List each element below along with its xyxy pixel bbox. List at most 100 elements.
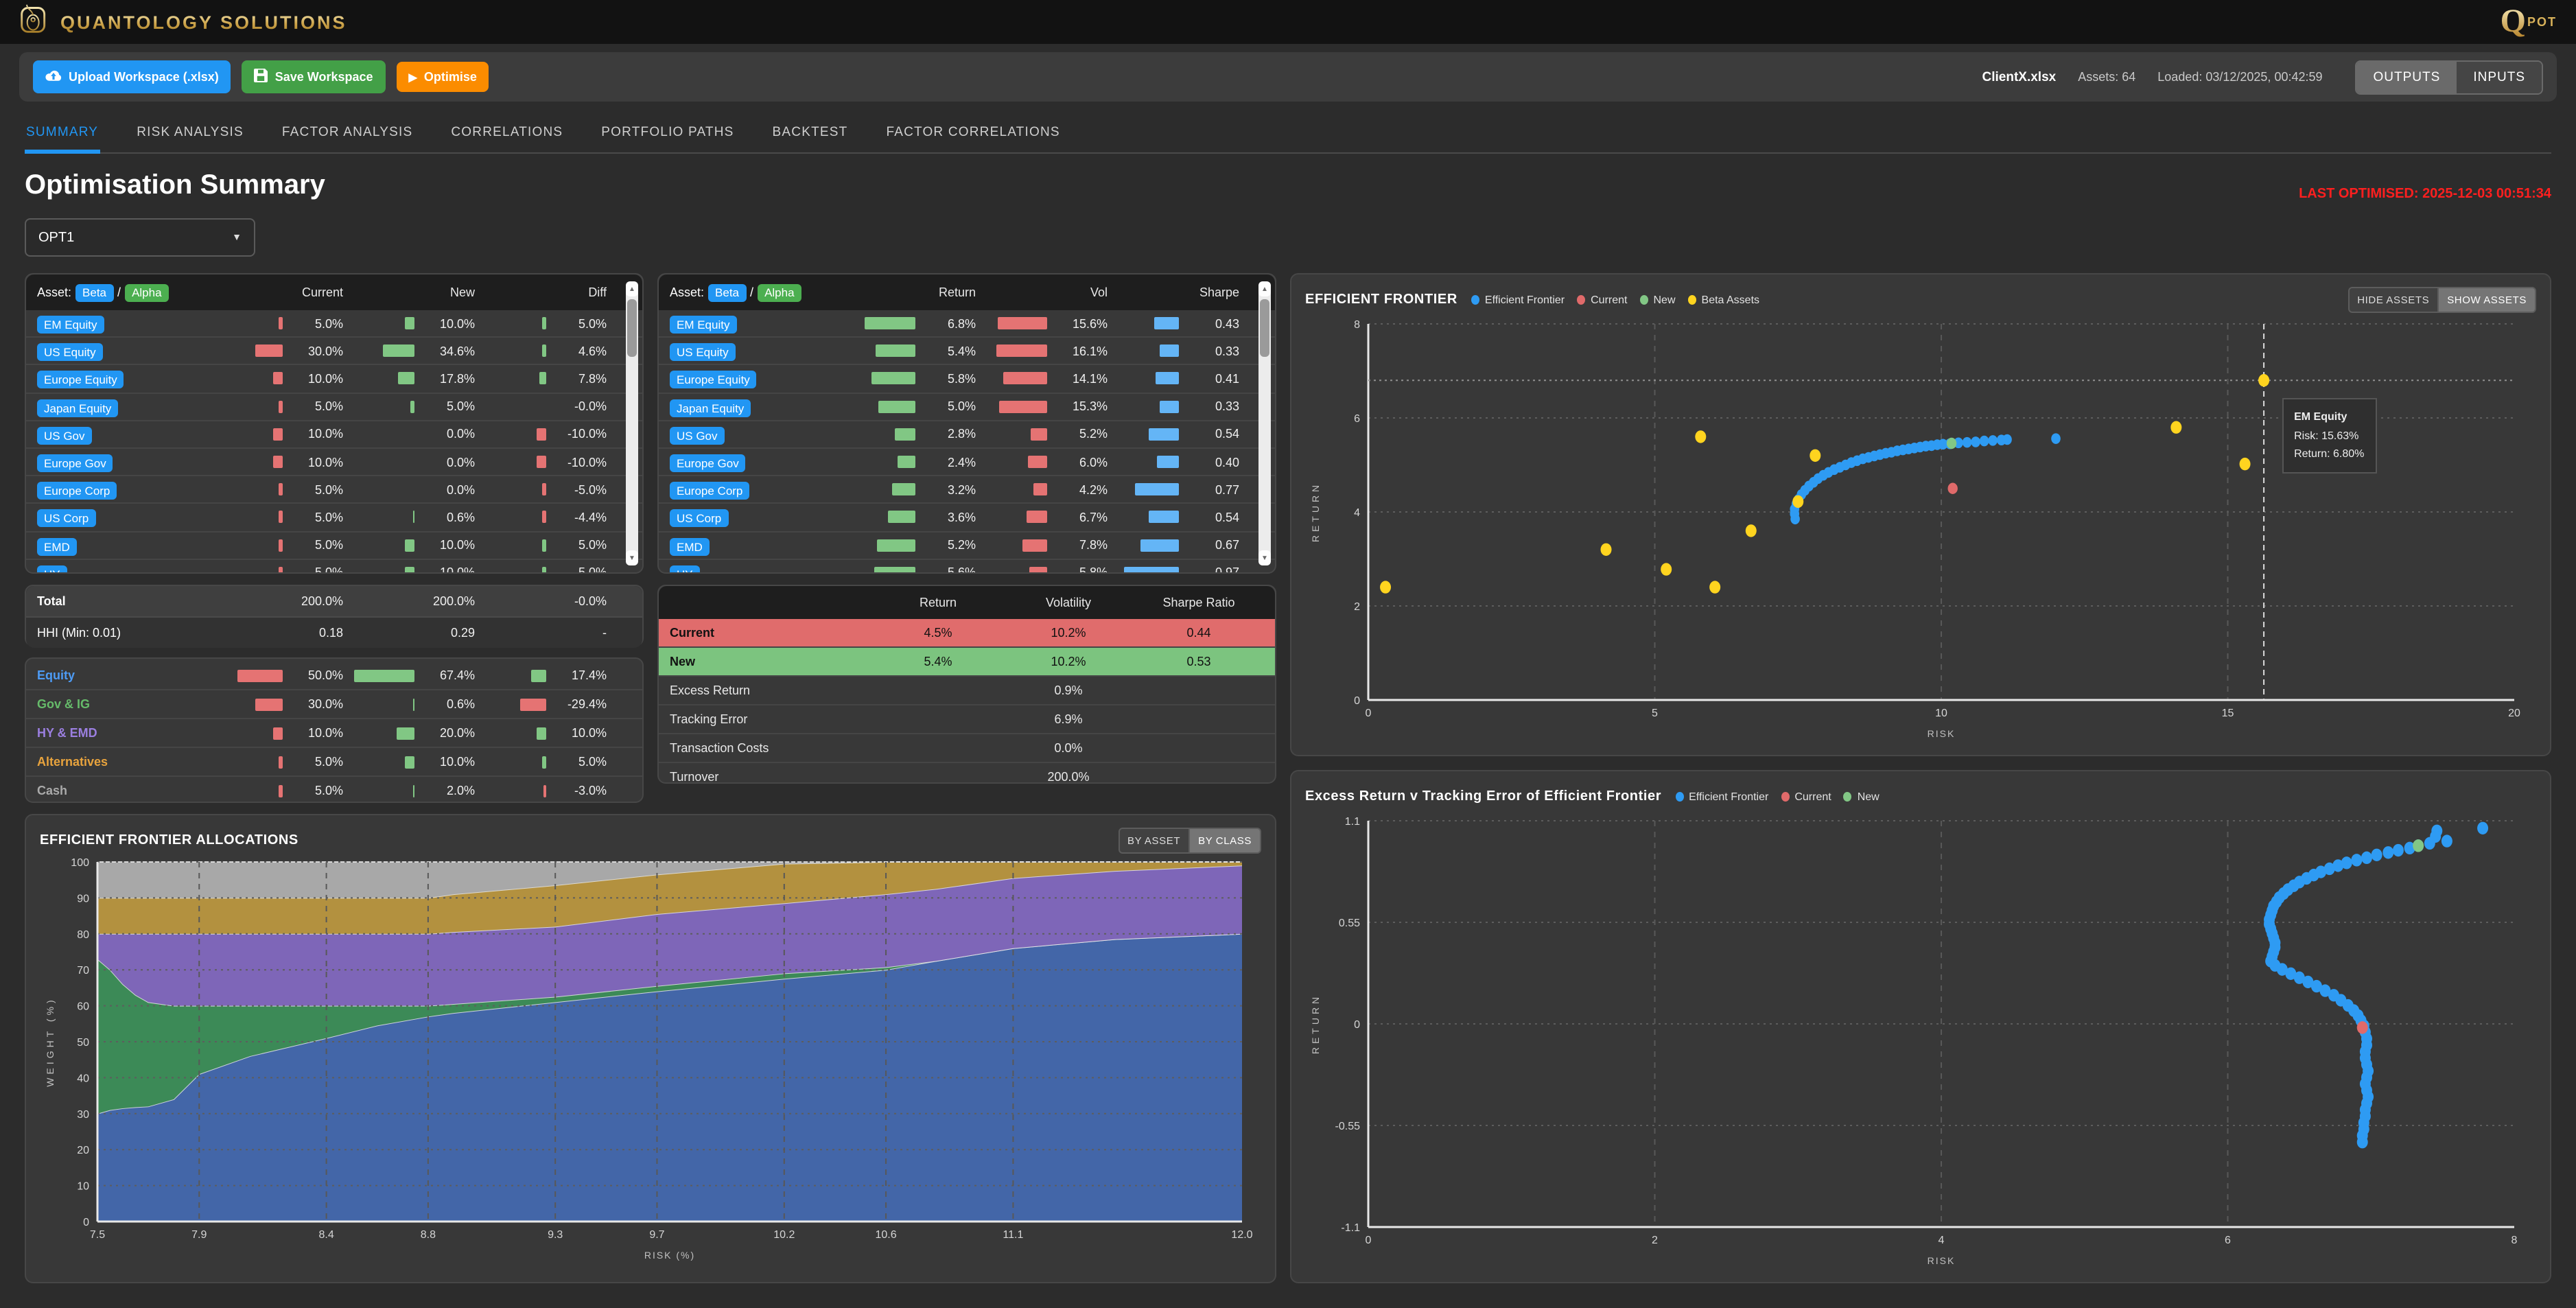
hide-assets-button[interactable]: HIDE ASSETS [2347,286,2439,312]
value-bar [1029,567,1047,574]
scroll-down-icon[interactable]: ▼ [626,550,638,565]
excess-chart[interactable]: 1.10.550-0.55-1.102468RETURNRISK [1305,810,2536,1271]
tab-correlations[interactable]: CORRELATIONS [449,115,564,152]
loaded-timestamp: Loaded: 03/12/2025, 00:42:59 [2157,70,2322,84]
value-cell: 10.0% [343,538,475,552]
legend-item[interactable]: Current [1781,790,1831,802]
allocations-chart[interactable]: 01020304050607080901007.57.98.48.89.39.7… [40,854,1261,1265]
asset-badge[interactable]: US Equity [37,344,103,362]
scroll-down-icon[interactable]: ▼ [1258,550,1271,565]
value-bar [1148,428,1179,441]
value-bar [537,428,546,441]
scrollbar-thumb[interactable] [1260,299,1269,357]
legend-item[interactable]: Current [1577,293,1627,305]
asset-badge[interactable]: EM Equity [670,316,737,334]
by-class-button[interactable]: BY CLASS [1189,827,1261,853]
asset-badge[interactable]: Europe Corp [37,482,117,500]
show-assets-button[interactable]: SHOW ASSETS [2437,286,2536,312]
asset-badge[interactable]: Japan Equity [37,399,118,417]
asset-badge[interactable]: Europe Gov [37,454,113,472]
table-row: Europe Equity10.0%17.8%7.8% [26,364,642,392]
hhi-current: 0.18 [288,626,343,640]
new-volatility: 10.2% [1003,655,1134,668]
tab-portfolio-paths[interactable]: PORTFOLIO PATHS [600,115,735,152]
asset-badge[interactable]: Japan Equity [670,399,751,417]
inputs-toggle-button[interactable]: INPUTS [2457,61,2542,93]
table-scrollbar[interactable]: ▲ ▼ [626,281,638,565]
beta-toggle-badge[interactable]: Beta [708,283,746,301]
legend-dot-icon [1781,791,1789,801]
tab-backtest[interactable]: BACKTEST [771,115,850,152]
value-text: 5.0% [288,316,343,330]
asset-badge[interactable]: US Corp [670,510,728,528]
table-row: Japan Equity5.0%15.3%0.33 [659,392,1275,419]
legend-item[interactable]: Efficient Frontier [1471,293,1565,305]
tab-factor-correlations[interactable]: FACTOR CORRELATIONS [885,115,1061,152]
value-text: 0.33 [1184,344,1239,358]
save-workspace-button[interactable]: Save Workspace [242,60,386,93]
page-title: Optimisation Summary [25,170,325,202]
asset-badge[interactable]: HY [37,565,67,574]
outputs-toggle-button[interactable]: OUTPUTS [2357,61,2457,93]
asset-badge[interactable]: Europe Equity [670,371,757,389]
optimisation-select[interactable]: OPT1 ▼ [25,218,255,257]
svg-text:90: 90 [77,893,89,904]
alpha-toggle-badge[interactable]: Alpha [125,283,169,301]
value-bar [872,373,915,385]
asset-badge[interactable]: EMD [37,537,77,555]
current-volatility: 10.2% [1003,626,1134,640]
table-row: Europe Gov2.4%6.0%0.40 [659,447,1275,475]
asset-badge[interactable]: EM Equity [37,316,104,334]
value-cell: 10.0% [211,455,343,469]
svg-text:9.7: 9.7 [649,1229,664,1241]
asset-badge[interactable]: Europe Equity [37,371,124,389]
asset-badge[interactable]: US Corp [37,510,95,528]
tab-risk-analysis[interactable]: RISK ANALYSIS [135,115,245,152]
value-text: 5.0% [552,316,607,330]
ef-chart-svg: 0246805101520RETURNRISK [1305,313,2536,744]
svg-text:0: 0 [83,1217,89,1228]
transaction-costs-value: 0.0% [873,741,1264,755]
table-scrollbar[interactable]: ▲ ▼ [1258,281,1271,565]
table-row: US Corp3.6%6.7%0.54 [659,503,1275,530]
tab-factor-analysis[interactable]: FACTOR ANALYSIS [281,115,414,152]
value-bar [542,511,546,524]
value-text: -3.0% [552,784,607,797]
upload-workspace-button[interactable]: Upload Workspace (.xlsx) [33,60,231,93]
scroll-up-icon[interactable]: ▲ [626,281,638,296]
legend-item[interactable]: Beta Assets [1688,293,1760,305]
asset-badge[interactable]: US Equity [670,344,736,362]
value-text: 0.41 [1184,372,1239,386]
asset-badge[interactable]: Europe Corp [670,482,749,500]
value-bar [1034,483,1047,495]
scroll-up-icon[interactable]: ▲ [1258,281,1271,296]
asset-badge[interactable]: US Gov [37,427,92,445]
asset-badge[interactable]: EMD [670,537,710,555]
value-bar [1022,539,1047,551]
value-text: 0.0% [420,428,475,441]
asset-badge[interactable]: Europe Gov [670,454,746,472]
legend-label: New [1858,790,1880,802]
optimise-button[interactable]: ▶ Optimise [397,62,489,92]
scrollbar-thumb[interactable] [627,299,637,357]
svg-text:10: 10 [77,1181,89,1193]
value-text: -10.0% [552,455,607,469]
legend-item[interactable]: New [1640,293,1676,305]
legend-item[interactable]: New [1844,790,1880,802]
value-bar [1160,400,1179,412]
alpha-toggle-badge[interactable]: Alpha [758,283,801,301]
by-asset-button[interactable]: BY ASSET [1118,827,1190,853]
legend-item[interactable]: Efficient Frontier [1675,790,1768,802]
value-bar [406,539,414,551]
svg-text:11.1: 11.1 [1003,1229,1023,1241]
frontier-chart[interactable]: 0246805101520RETURNRISK EM Equity Risk: … [1305,313,2536,744]
value-text: 5.0% [288,538,343,552]
beta-toggle-badge[interactable]: Beta [75,283,113,301]
value-text: 4.6% [552,344,607,358]
svg-text:10.2: 10.2 [773,1229,795,1241]
asset-badge[interactable]: HY [670,565,700,574]
value-bar [1136,483,1180,495]
tab-summary[interactable]: SUMMARY [25,115,99,152]
value-bar [256,345,283,358]
asset-badge[interactable]: US Gov [670,427,725,445]
